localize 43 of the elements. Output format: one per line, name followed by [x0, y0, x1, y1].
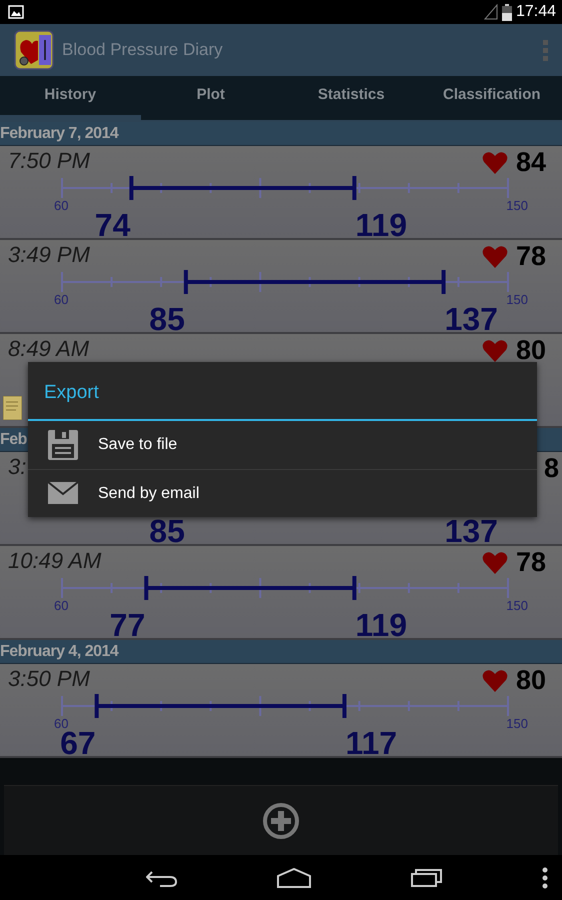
systolic-value: 117	[345, 725, 398, 756]
home-icon[interactable]	[277, 868, 311, 888]
app-logo-icon	[14, 30, 54, 70]
scale-max-label: 150	[506, 292, 528, 307]
pulse-value: 78	[516, 548, 546, 576]
pulse-value: 8	[544, 454, 559, 482]
scale-max-label: 150	[506, 716, 528, 731]
entry-time: 7:50 PM	[8, 148, 90, 174]
pulse-value: 84	[516, 148, 546, 176]
entry-time: 3:49 PM	[8, 242, 90, 268]
signal-icon	[484, 4, 498, 20]
entry-time: 10:49 AM	[8, 548, 102, 574]
tab[interactable]: Plot	[140, 76, 281, 120]
systolic-value: 137	[444, 301, 498, 332]
systolic-value: 119	[355, 207, 407, 238]
scale-min-label: 60	[54, 292, 68, 307]
scale-min-label: 60	[54, 598, 68, 613]
diastolic-value: 74	[94, 207, 130, 238]
pulse-value: 80	[516, 666, 546, 694]
scale-max-label: 150	[506, 198, 528, 213]
scale-min-label: 60	[54, 198, 68, 213]
diastolic-value: 85	[149, 301, 185, 332]
picture-icon	[8, 5, 24, 19]
diastolic-value: 77	[110, 607, 146, 638]
date-header: February 7, 2014	[0, 122, 562, 146]
pulse-value: 78	[516, 242, 546, 270]
pulse-value: 80	[516, 336, 546, 364]
scale-max-label: 150	[506, 598, 528, 613]
entry-time: 8:49 AM	[8, 336, 90, 362]
dialog-title: Export	[28, 362, 537, 421]
battery-icon	[502, 4, 512, 20]
tab[interactable]: Statistics	[281, 76, 422, 120]
menu-icon[interactable]	[542, 866, 548, 888]
systolic-value: 119	[355, 607, 407, 638]
menu-item[interactable]: Send by email	[28, 469, 537, 517]
recent-apps-icon[interactable]	[411, 868, 442, 887]
status-time: 17:44	[516, 2, 556, 22]
app-title: Blood Pressure Diary	[62, 39, 223, 62]
tab[interactable]: Classification	[422, 76, 562, 120]
date-header: February 4, 2014	[0, 640, 562, 664]
entry-time: 3:	[8, 454, 26, 480]
entry-time: 3:50 PM	[8, 666, 90, 692]
add-button[interactable]	[262, 802, 300, 840]
